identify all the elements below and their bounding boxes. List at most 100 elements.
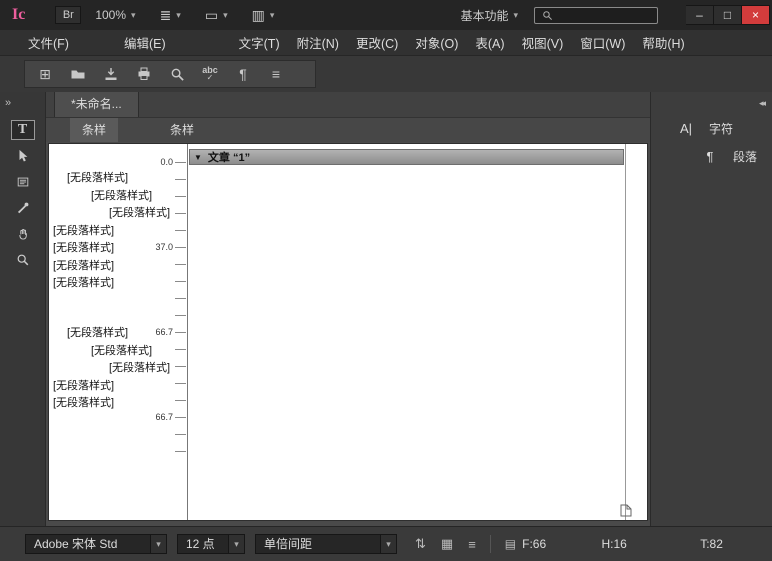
paragraph-style-label[interactable]: [无段落样式] (49, 275, 159, 293)
incopy-logo: Ic (12, 6, 25, 24)
collapse-panel-icon[interactable]: » (5, 97, 11, 109)
document-tab[interactable]: *未命名... (54, 92, 139, 117)
paragraph-style-label[interactable]: [无段落样式] (49, 395, 159, 413)
menu-item[interactable]: 文件(F) (28, 33, 69, 52)
menu-item[interactable]: 帮助(H) (642, 33, 684, 52)
panel-button[interactable]: ¶ 段落 (689, 142, 772, 170)
story-title: 文章 “1” (208, 149, 250, 165)
menu-item[interactable]: 附注(N) (297, 33, 339, 52)
paragraph-style-label[interactable]: [无段落样式] (105, 205, 159, 223)
stat-value: F:66 (522, 537, 546, 551)
line-spacing-value: 单倍间距 (256, 535, 380, 553)
expand-panels-icon[interactable]: ◂◂ (759, 98, 764, 109)
paragraph-style-label[interactable]: [无段落样式] (87, 343, 159, 361)
view-options-dropdown[interactable]: ≣ ▾ (160, 7, 181, 24)
find-icon[interactable] (169, 66, 185, 82)
minimize-button[interactable]: – (686, 5, 714, 25)
note-tool[interactable] (11, 172, 35, 192)
paragraph-style-label[interactable]: [无段落样式] (63, 325, 159, 343)
galley-scrollbar[interactable] (625, 144, 647, 520)
paragraph-style-label[interactable]: [无段落样式] (87, 188, 159, 206)
chevron-down-icon: ▾ (131, 10, 136, 21)
paragraph-style-label[interactable]: [无段落样式] (63, 170, 159, 188)
font-family-value: Adobe 宋体 Std (26, 535, 150, 553)
screen-mode-dropdown[interactable]: ▭ ▾ (205, 7, 228, 24)
maximize-button[interactable]: □ (714, 5, 742, 25)
search-box[interactable] (534, 7, 658, 24)
hand-tool[interactable] (11, 224, 35, 244)
close-button[interactable]: × (742, 5, 770, 25)
print-icon[interactable] (136, 66, 152, 82)
copyfit-stat: ▤ T:82 (683, 537, 723, 551)
page-flip-icon[interactable] (619, 504, 633, 517)
font-family-select[interactable]: Adobe 宋体 Std ▾ (25, 534, 167, 554)
copyfit-stat: ▤ F:66 (505, 537, 546, 551)
chevron-down-icon: ▾ (270, 10, 275, 21)
menu-item[interactable]: 对象(O) (415, 33, 458, 52)
menu-item[interactable]: 表(A) (475, 33, 504, 52)
panel-label: 段落 (733, 148, 757, 165)
statusbar-menu-icon[interactable]: ≡ (468, 537, 476, 552)
paragraph-style-label[interactable]: [无段落样式] (49, 240, 159, 258)
collapse-triangle-icon[interactable]: ▼ (194, 153, 202, 162)
toolbar-menu-icon[interactable]: ≡ (268, 66, 284, 82)
tools-panel: » T (0, 92, 46, 526)
story-header-bar[interactable]: ▼ 文章 “1” (189, 149, 624, 165)
arrange-documents-dropdown[interactable]: ▥ ▾ (252, 7, 275, 24)
workspace-label: 基本功能 (460, 7, 508, 24)
toolbar-strip: ⊞ abc ✓ ¶ ≡ (24, 60, 316, 88)
incopy-app: Ic Br 100% ▾ ≣ ▾ ▭ ▾ ▥ ▾ 基本功能 ▾ (0, 0, 772, 561)
spellcheck-icon[interactable]: abc ✓ (202, 66, 218, 82)
view-tab[interactable]: 条样 (70, 118, 118, 142)
search-input[interactable] (555, 9, 653, 21)
show-hidden-characters-icon[interactable]: ¶ (235, 66, 251, 82)
eyedropper-tool[interactable] (11, 198, 35, 218)
line-spacing-select[interactable]: 单倍间距 ▾ (255, 534, 397, 554)
paragraph-style-label[interactable]: [无段落样式] (49, 378, 159, 396)
statusbar-icons: ⇅ ▦ ≡ (415, 536, 476, 552)
new-document-icon[interactable]: ⊞ (37, 66, 53, 82)
font-size-value: 12 点 (178, 535, 228, 553)
view-tab[interactable]: 条样 (158, 118, 206, 142)
statusbar: Adobe 宋体 Std ▾ 12 点 ▾ 单倍间距 ▾ ⇅ ▦ ≡ ▤ F:6… (0, 526, 772, 561)
copyfit-stats: ▤ F:66 ▤ H:16 ▤ T:82 (491, 537, 723, 551)
panel-icon: ¶ (699, 149, 721, 164)
chevron-down-icon: ▾ (228, 535, 244, 553)
bridge-button[interactable]: Br (55, 6, 81, 24)
stat-page-icon: ▤ (505, 537, 516, 551)
chevron-down-icon: ▾ (513, 10, 518, 21)
paragraph-style-label[interactable]: [无段落样式] (105, 360, 159, 378)
menu-item[interactable]: 视图(V) (522, 33, 564, 52)
panel-label: 字符 (709, 120, 733, 137)
screen-mode-icon: ▭ (205, 7, 218, 24)
titlebar: Ic Br 100% ▾ ≣ ▾ ▭ ▾ ▥ ▾ 基本功能 ▾ (0, 0, 772, 30)
panel-button[interactable]: A| 字符 (665, 114, 772, 142)
grid-view-icon[interactable]: ▦ (441, 536, 453, 552)
zoom-value: 100% (95, 8, 126, 22)
font-size-select[interactable]: 12 点 ▾ (177, 534, 245, 554)
check-icon: ✓ (207, 74, 214, 81)
menu-item[interactable]: 更改(C) (356, 33, 398, 52)
chevron-down-icon: ▾ (176, 10, 181, 21)
position-tool[interactable] (11, 146, 35, 166)
zoom-dropdown[interactable]: 100% ▾ (95, 8, 135, 22)
line-spacing-icon[interactable]: ⇅ (415, 536, 426, 552)
zoom-tool[interactable] (11, 250, 35, 270)
ruler-label: 66.7 (155, 328, 173, 337)
paragraph-styles-group-1: [无段落样式][无段落样式][无段落样式][无段落样式][无段落样式][无段落样… (49, 170, 159, 293)
paragraph-style-label[interactable]: [无段落样式] (49, 223, 159, 241)
tools-list: T (0, 120, 45, 270)
menu-item[interactable]: 窗口(W) (580, 33, 625, 52)
save-icon[interactable] (103, 66, 119, 82)
type-tool[interactable]: T (11, 120, 35, 140)
workspace-switcher[interactable]: 基本功能 ▾ (460, 7, 518, 24)
story-column[interactable]: ▼ 文章 “1” (188, 144, 624, 520)
menu-item[interactable]: 编辑(E) (124, 33, 166, 52)
chevron-down-icon: ▾ (380, 535, 396, 553)
paragraph-style-label[interactable]: [无段落样式] (49, 258, 159, 276)
paragraph-styles-group-2: [无段落样式][无段落样式][无段落样式][无段落样式][无段落样式] (49, 325, 159, 413)
open-folder-icon[interactable] (70, 66, 86, 82)
menu-item[interactable]: 文字(T) (239, 33, 280, 52)
stat-value: H:16 (602, 537, 627, 551)
document-area: *未命名... 条样条样 [无段落样式][无段落样式][无段落样式][无段落样式… (46, 92, 650, 526)
